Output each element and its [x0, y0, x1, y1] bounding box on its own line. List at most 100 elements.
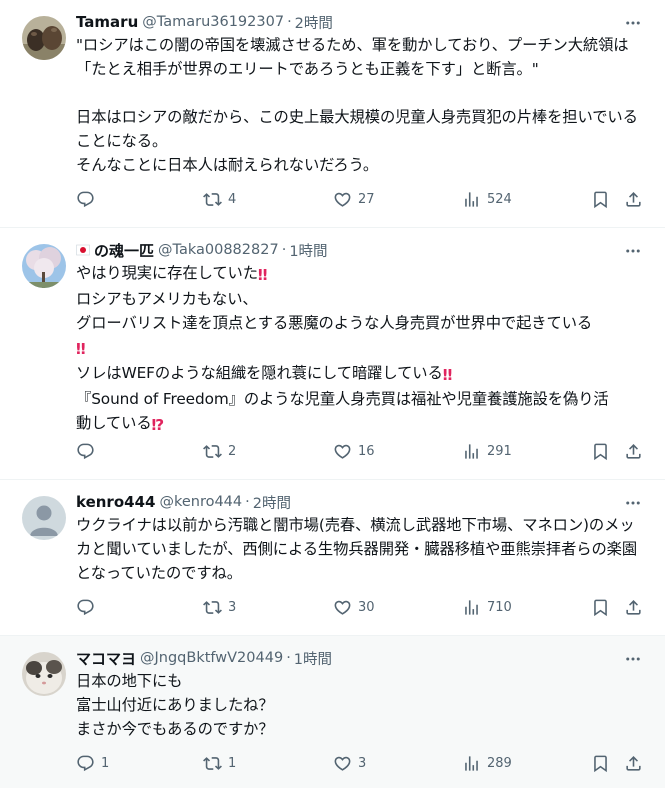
text-line: 『Sound of Freedom』のような児童人身売買は福祉や児童養護施設を偽…	[76, 390, 609, 408]
more-options-icon[interactable]	[621, 650, 645, 668]
double-exclamation-emoji: ‼	[442, 366, 453, 384]
display-name[interactable]: マコマヨ	[76, 648, 136, 669]
retweet-icon	[203, 442, 222, 461]
like-icon	[333, 598, 352, 617]
tweet-2[interactable]: の魂一匹 @Taka00882827 · 1時間 やはり現実に存在していた‼ ロ…	[0, 228, 665, 480]
separator-dot: ·	[287, 14, 292, 30]
share-icon	[624, 598, 643, 617]
retweet-button[interactable]: 3	[203, 585, 236, 629]
action-bar: 1 1 3 289	[76, 741, 649, 785]
like-button[interactable]: 3	[333, 741, 366, 785]
view-count: 289	[487, 755, 512, 771]
retweet-icon	[203, 598, 222, 617]
share-button[interactable]	[624, 429, 643, 473]
timestamp[interactable]: 1時間	[294, 648, 332, 669]
default-user-avatar[interactable]	[22, 496, 66, 540]
reply-icon	[76, 754, 95, 773]
reply-icon	[76, 190, 95, 209]
text-line: ロシアもアメリカもない、	[76, 290, 258, 308]
like-icon	[333, 754, 352, 773]
timestamp[interactable]: 1時間	[289, 240, 327, 261]
retweet-count: 3	[228, 599, 237, 615]
bookmark-icon	[591, 190, 610, 209]
cows-photo-avatar[interactable]	[22, 16, 66, 60]
timestamp[interactable]: 2時間	[295, 12, 333, 33]
retweet-icon	[203, 190, 222, 209]
tweet-text: 日本の地下にも 富士山付近にありましたね？ まさか今でもあるのですか？	[76, 672, 274, 738]
action-bar: 4 27 524	[76, 177, 649, 221]
view-count: 710	[487, 599, 512, 615]
views-icon	[462, 598, 481, 617]
more-options-icon[interactable]	[621, 242, 645, 260]
user-handle[interactable]: @Taka00882827	[158, 242, 279, 258]
share-icon	[624, 754, 643, 773]
views-icon	[462, 190, 481, 209]
views-icon	[462, 754, 481, 773]
like-count: 3	[358, 755, 367, 771]
separator-dot: ·	[281, 242, 287, 258]
retweet-button[interactable]: 1	[203, 741, 236, 785]
like-count: 27	[358, 191, 375, 207]
bookmark-icon	[591, 442, 610, 461]
retweet-button[interactable]: 2	[203, 429, 236, 473]
like-count: 16	[358, 443, 375, 459]
timestamp[interactable]: 2時間	[253, 492, 291, 513]
reply-button[interactable]	[76, 177, 101, 221]
views-icon	[462, 442, 481, 461]
user-handle[interactable]: @JngqBktfwV20449	[140, 650, 283, 666]
separator-dot: ·	[245, 494, 250, 510]
retweet-count: 1	[228, 755, 237, 771]
views-button[interactable]: 291	[462, 429, 512, 473]
display-name[interactable]: Tamaru	[76, 13, 138, 31]
retweet-button[interactable]: 4	[203, 177, 236, 221]
action-bar: 3 30 710	[76, 585, 649, 629]
reply-button[interactable]	[76, 585, 101, 629]
tweet-header: kenro444 @kenro444 · 2時間	[76, 492, 649, 512]
tweet-1[interactable]: Tamaru @Tamaru36192307 · 2時間 "ロシアはこの闇の帝国…	[0, 0, 665, 228]
views-button[interactable]: 710	[462, 585, 512, 629]
like-icon	[333, 442, 352, 461]
like-button[interactable]: 27	[333, 177, 375, 221]
user-handle[interactable]: @kenro444	[159, 494, 242, 510]
double-exclamation-emoji: ‼	[76, 340, 86, 358]
bookmark-icon	[591, 598, 610, 617]
reply-button[interactable]	[76, 429, 101, 473]
reply-feed: Tamaru @Tamaru36192307 · 2時間 "ロシアはこの闇の帝国…	[0, 0, 665, 788]
bookmark-button[interactable]	[591, 429, 610, 473]
text-line: グローバリスト達を頂点とする悪魔のような人身売買が世界中で起きている	[76, 314, 593, 332]
views-button[interactable]: 289	[462, 741, 512, 785]
tweet-text: "ロシアはこの闇の帝国を壊滅させるため、軍を動かしており、プーチン大統領は「たと…	[76, 36, 638, 174]
more-options-icon[interactable]	[621, 494, 645, 512]
double-exclamation-emoji: ‼	[257, 266, 268, 284]
bookmark-button[interactable]	[591, 177, 610, 221]
tweet-header: の魂一匹 @Taka00882827 · 1時間	[76, 240, 649, 260]
cherry-blossom-avatar[interactable]	[22, 244, 66, 288]
japan-flag-icon	[76, 243, 90, 257]
tweet-header: Tamaru @Tamaru36192307 · 2時間	[76, 12, 649, 32]
bookmark-button[interactable]	[591, 741, 610, 785]
like-count: 30	[358, 599, 375, 615]
like-button[interactable]: 30	[333, 585, 375, 629]
like-icon	[333, 190, 352, 209]
retweet-icon	[203, 754, 222, 773]
views-button[interactable]: 524	[462, 177, 512, 221]
tweet-4[interactable]: マコマヨ @JngqBktfwV20449 · 1時間 日本の地下にも 富士山付…	[0, 636, 665, 788]
separator-dot: ·	[286, 650, 291, 666]
reply-button[interactable]: 1	[76, 741, 109, 785]
display-name[interactable]: kenro444	[76, 493, 155, 511]
tweet-text: ウクライナは以前から汚職と闇市場(売春、横流し武器地下市場、マネロン)のメッカと…	[76, 516, 638, 582]
display-name[interactable]: の魂一匹	[94, 240, 154, 261]
text-line: やはり現実に存在していた	[76, 264, 258, 282]
share-button[interactable]	[624, 585, 643, 629]
cat-photo-avatar[interactable]	[22, 652, 66, 696]
action-bar: 2 16 291	[76, 429, 649, 473]
share-icon	[624, 190, 643, 209]
like-button[interactable]: 16	[333, 429, 375, 473]
more-options-icon[interactable]	[621, 14, 645, 32]
tweet-header: マコマヨ @JngqBktfwV20449 · 1時間	[76, 648, 649, 668]
user-handle[interactable]: @Tamaru36192307	[142, 14, 284, 30]
tweet-3[interactable]: kenro444 @kenro444 · 2時間 ウクライナは以前から汚職と闇市…	[0, 480, 665, 636]
share-button[interactable]	[624, 177, 643, 221]
share-button[interactable]	[624, 741, 643, 785]
bookmark-button[interactable]	[591, 585, 610, 629]
